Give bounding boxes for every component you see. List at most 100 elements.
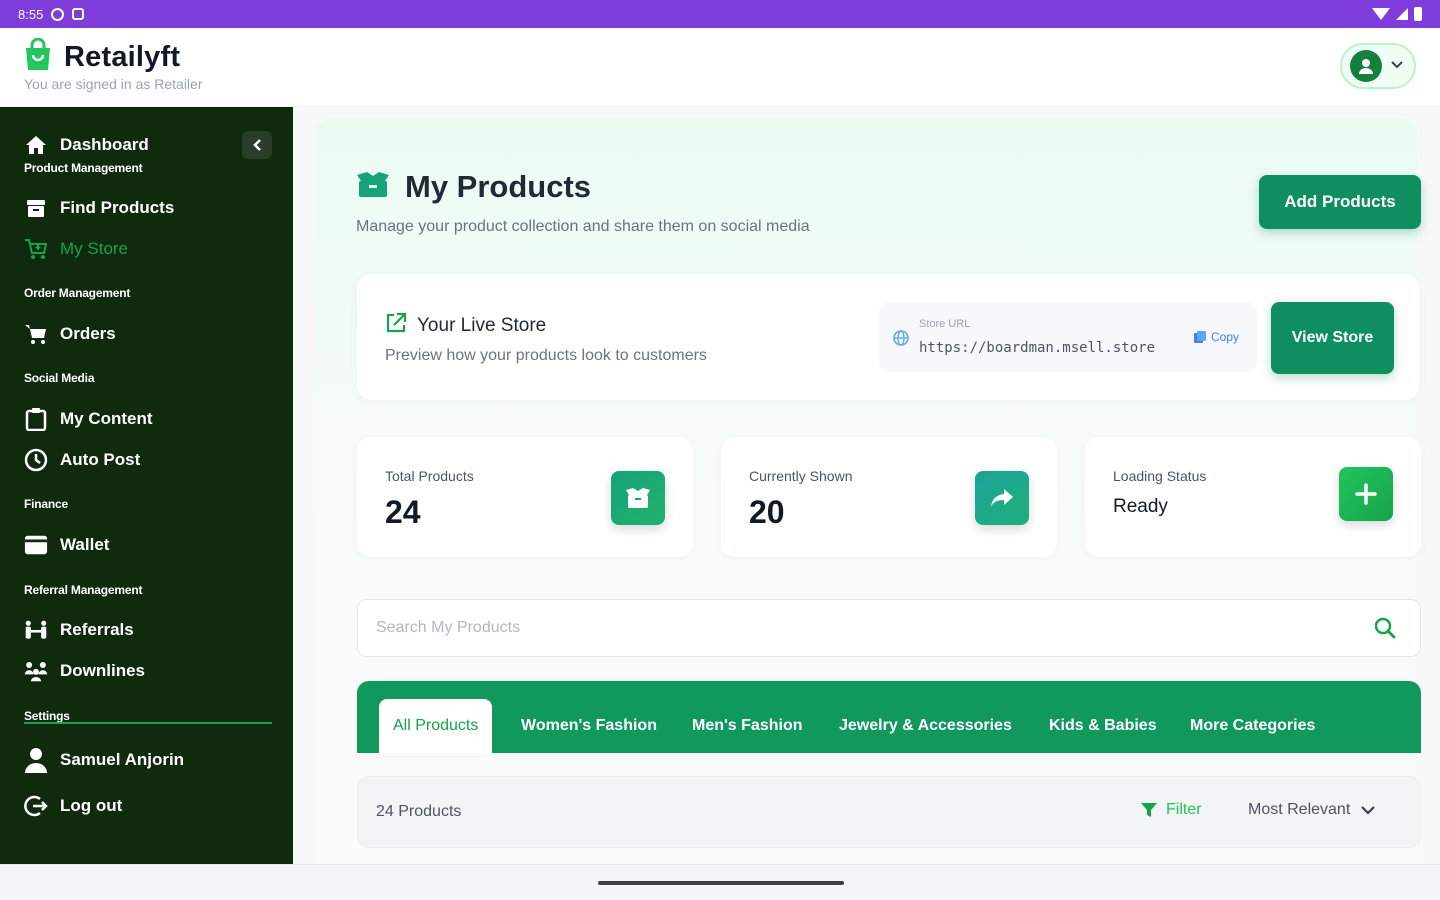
chevron-down-icon (1361, 806, 1376, 815)
sidebar-item-find-products[interactable]: Find Products (24, 196, 174, 220)
sidebar-item-auto-post[interactable]: Auto Post (24, 448, 140, 472)
share-icon (975, 471, 1029, 525)
stat-label: Currently Shown (749, 468, 853, 484)
stat-label: Loading Status (1113, 468, 1207, 484)
filter-icon (1141, 803, 1157, 817)
user-icon (24, 748, 48, 773)
sidebar-item-label: Referrals (60, 620, 134, 639)
copy-url-button[interactable]: Copy (1193, 330, 1239, 344)
storefront-icon (24, 196, 48, 220)
sidebar-item-label: Samuel Anjorin (60, 750, 185, 769)
wifi-icon (1372, 8, 1390, 20)
sidebar-item-my-content[interactable]: My Content (24, 407, 153, 431)
stat-value: 24 (385, 494, 421, 530)
sort-dropdown[interactable]: Most Relevant (1248, 801, 1376, 819)
page-title-text: My Products (405, 169, 592, 204)
sidebar-item-profile[interactable]: Samuel Anjorin (24, 748, 185, 773)
status-time: 8:55 (18, 6, 44, 22)
sidebar-item-label: Find Products (60, 198, 175, 217)
signed-in-text: You are signed in as Retailer (24, 76, 203, 92)
signal-icon (1396, 8, 1408, 20)
section-finance: Finance (24, 497, 68, 511)
product-list-header: 24 Products Filter Most Relevant (357, 776, 1421, 848)
sidebar-item-referrals[interactable]: Referrals (24, 618, 134, 642)
system-status-bar: 8:55 (0, 0, 1440, 28)
view-store-button[interactable]: View Store (1271, 302, 1394, 374)
section-order-management: Order Management (24, 286, 131, 300)
stat-value: 20 (749, 494, 785, 530)
external-link-icon (385, 312, 407, 340)
section-referral-management: Referral Management (24, 583, 143, 597)
search-icon[interactable] (1374, 617, 1396, 644)
sidebar-item-label: Orders (60, 324, 116, 343)
tab-mens-fashion[interactable]: Men's Fashion (678, 699, 816, 753)
profile-menu-button[interactable] (1340, 43, 1416, 89)
cart-icon (24, 237, 48, 261)
sidebar-item-label: Dashboard (60, 135, 149, 154)
users-group-icon (24, 659, 48, 683)
section-settings: Settings (24, 709, 70, 723)
chevron-down-icon (1390, 57, 1404, 75)
search-bar (357, 599, 1421, 657)
live-store-title-text: Your Live Store (417, 315, 547, 336)
tab-womens-fashion[interactable]: Women's Fashion (507, 699, 671, 753)
filter-label: Filter (1166, 801, 1202, 818)
sidebar: Dashboard Product Management Find Produc… (0, 107, 293, 864)
home-icon (24, 133, 48, 157)
sidebar-item-label: Log out (60, 796, 123, 815)
sidebar-item-dashboard[interactable]: Dashboard (24, 133, 149, 157)
system-navigation-bar (0, 864, 1440, 900)
logout-icon (24, 794, 48, 818)
product-count: 24 Products (376, 803, 462, 820)
sidebar-item-wallet[interactable]: Wallet (24, 533, 109, 557)
sidebar-item-logout[interactable]: Log out (24, 794, 122, 818)
sidebar-item-label: Auto Post (60, 450, 141, 469)
copy-icon (1194, 331, 1206, 343)
sidebar-item-label: My Content (60, 409, 153, 428)
sidebar-item-downlines[interactable]: Downlines (24, 659, 145, 683)
home-indicator[interactable] (598, 881, 844, 885)
category-tabs: All Products Women's Fashion Men's Fashi… (357, 681, 1421, 753)
search-input[interactable] (376, 600, 1336, 656)
sidebar-item-label: Downlines (60, 661, 146, 680)
tab-all-products[interactable]: All Products (379, 699, 493, 753)
box-icon (611, 471, 665, 525)
battery-icon (1414, 7, 1422, 21)
sort-label: Most Relevant (1248, 801, 1351, 818)
store-url-box: Store URL https://boardman.msell.store C… (879, 302, 1257, 372)
settings-divider (24, 722, 272, 724)
collapse-sidebar-button[interactable] (242, 131, 272, 159)
stat-card-total-products: Total Products 24 (357, 437, 693, 557)
store-url-value: https://boardman.msell.store (919, 340, 1156, 356)
add-products-button[interactable]: Add Products (1259, 175, 1421, 229)
shopping-bag-logo-icon (24, 37, 52, 77)
live-store-subtitle: Preview how your products look to custom… (385, 347, 707, 364)
notification-icon (72, 8, 85, 20)
tab-jewelry-accessories[interactable]: Jewelry & Accessories (825, 699, 1026, 753)
user-avatar-icon (1350, 50, 1382, 82)
wallet-icon (24, 533, 48, 557)
users-link-icon (24, 618, 48, 642)
live-store-title: Your Live Store (385, 312, 546, 340)
privacy-icon (51, 7, 65, 21)
filter-button[interactable]: Filter (1140, 801, 1202, 819)
clipboard-icon (24, 407, 48, 431)
stat-value: Ready (1113, 496, 1168, 517)
cart-icon (24, 322, 48, 346)
clock-icon (24, 448, 48, 472)
brand: Retailyft (24, 37, 181, 77)
sidebar-item-orders[interactable]: Orders (24, 322, 116, 346)
app-header: Retailyft You are signed in as Retailer (0, 28, 1440, 107)
tab-kids-babies[interactable]: Kids & Babies (1035, 699, 1171, 753)
tab-more-categories[interactable]: More Categories (1176, 699, 1329, 753)
live-store-card: Your Live Store Preview how your product… (357, 274, 1419, 400)
page-title: My Products (355, 169, 591, 205)
sidebar-item-my-store[interactable]: My Store (24, 237, 128, 261)
stat-card-currently-shown: Currently Shown 20 (721, 437, 1057, 557)
box-open-icon (355, 171, 391, 204)
copy-label: Copy (1211, 330, 1240, 344)
sidebar-item-label: My Store (60, 239, 129, 258)
globe-icon (893, 330, 909, 351)
stat-label: Total Products (385, 468, 474, 484)
app-name: Retailyft (64, 41, 181, 73)
